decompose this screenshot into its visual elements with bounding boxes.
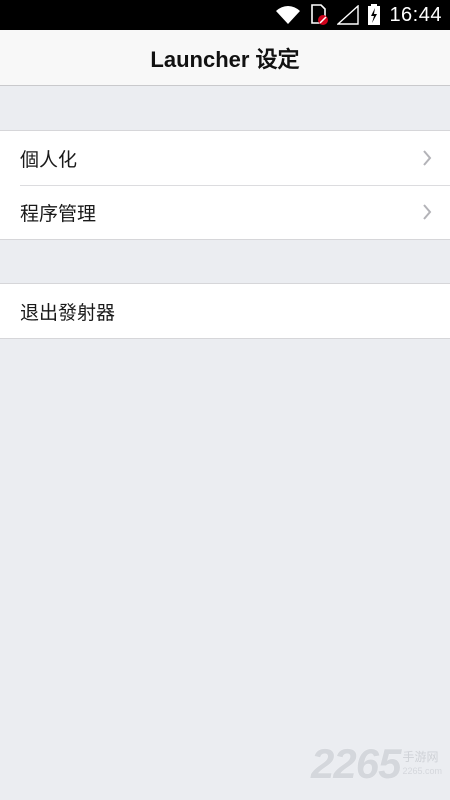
page-title: Launcher 设定 bbox=[150, 46, 300, 72]
status-bar: 16:44 bbox=[0, 0, 450, 30]
settings-group-main: 個人化 程序管理 bbox=[0, 130, 450, 240]
battery-charging-icon bbox=[367, 4, 381, 26]
wifi-icon bbox=[275, 5, 301, 25]
menu-item-app-management[interactable]: 程序管理 bbox=[0, 185, 450, 239]
menu-item-label: 退出發射器 bbox=[20, 301, 116, 324]
watermark-logo: 2265 手游网 2265.com bbox=[311, 740, 442, 788]
menu-item-label: 個人化 bbox=[20, 148, 78, 171]
menu-item-personalize[interactable]: 個人化 bbox=[0, 131, 450, 185]
chevron-right-icon bbox=[422, 150, 432, 166]
watermark-number: 2265 bbox=[311, 740, 401, 787]
menu-item-label: 程序管理 bbox=[20, 202, 97, 225]
header: Launcher 设定 bbox=[0, 30, 450, 86]
watermark-text: 手游网 bbox=[402, 750, 439, 764]
cell-signal-icon bbox=[337, 5, 360, 25]
chevron-right-icon bbox=[422, 204, 432, 220]
sim-card-blocked-icon bbox=[309, 4, 329, 26]
watermark-text-block: 手游网 2265.com bbox=[402, 750, 442, 778]
watermark-url: 2265.com bbox=[402, 766, 442, 776]
status-time: 16:44 bbox=[389, 3, 442, 26]
menu-item-exit-launcher[interactable]: 退出發射器 bbox=[0, 284, 450, 338]
settings-group-exit: 退出發射器 bbox=[0, 283, 450, 339]
